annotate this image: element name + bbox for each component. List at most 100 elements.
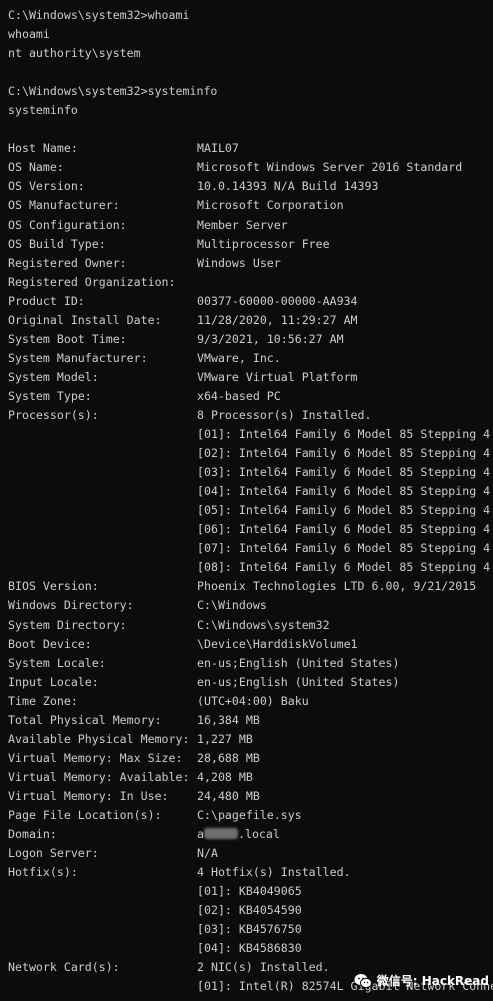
console-line: [01]: Intel64 Family 6 Model 85 Stepping… (8, 425, 493, 444)
console-line: OS Configuration: Member Server (8, 216, 493, 235)
field-value: x64-based PC (197, 388, 281, 403)
console-line: C:\Windows\system32>whoami (8, 6, 493, 25)
console-line: Registered Owner: Windows User (8, 254, 493, 273)
field-value: 28,688 MB (197, 750, 260, 765)
field-value: C:\Windows (197, 598, 267, 613)
field-value: [03]: KB4576750 (197, 922, 302, 937)
field-value: [05]: Intel64 Family 6 Model 85 Stepping… (197, 503, 491, 518)
field-label: System Locale: (8, 655, 106, 670)
console-line: [02]: Intel64 Family 6 Model 85 Stepping… (8, 444, 493, 463)
field-label: OS Name: (8, 160, 64, 175)
console-line: OS Name: Microsoft Windows Server 2016 St… (8, 158, 493, 177)
console-line: [03]: KB4576750 (8, 920, 493, 939)
field-value: Microsoft Windows Server 2016 Standard (197, 160, 463, 175)
field-label: System Directory: (8, 617, 127, 632)
field-value: N/A (197, 846, 218, 861)
field-value: [08]: Intel64 Family 6 Model 85 Stepping… (197, 560, 491, 575)
field-value: \Device\HarddiskVolume1 (197, 636, 358, 651)
field-label: System Type: (8, 388, 92, 403)
field-value: 8 Processor(s) Installed. (197, 407, 372, 422)
field-label: Network Card(s): (8, 960, 120, 975)
console-line: systeminfo (8, 101, 493, 120)
field-value: [07]: Intel64 Family 6 Model 85 Stepping… (197, 541, 491, 556)
field-value: Windows User (197, 255, 281, 270)
field-value: [06]: Intel64 Family 6 Model 85 Stepping… (197, 522, 491, 537)
field-value: Microsoft Corporation (197, 198, 344, 213)
terminal-output[interactable]: C:\Windows\system32>whoami whoami nt autho… (8, 6, 493, 996)
console-text: C:\Windows\system32>systeminfo (8, 84, 218, 99)
field-value: 11/28/2020, 11:29:27 AM (197, 312, 358, 327)
console-line: System Model: VMware Virtual Platform (8, 368, 493, 387)
field-value: Member Server (197, 217, 288, 232)
field-label: Product ID: (8, 293, 85, 308)
console-line: [06]: Intel64 Family 6 Model 85 Stepping… (8, 520, 493, 539)
field-value: VMware, Inc. (197, 350, 281, 365)
console-line: Product ID: 00377-60000-00000-AA934 (8, 292, 493, 311)
console-line: Registered Organization: (8, 273, 493, 292)
field-value: Phoenix Technologies LTD 6.00, 9/21/2015 (197, 579, 477, 594)
field-label: OS Manufacturer: (8, 198, 120, 213)
field-value: MAIL07 (197, 141, 239, 156)
console-line: Available Physical Memory: 1,227 MB (8, 730, 493, 749)
console-line: Processor(s): 8 Processor(s) Installed. (8, 406, 493, 425)
field-value: en-us;English (United States) (197, 655, 400, 670)
console-line: Logon Server: N/A (8, 844, 493, 863)
field-label: Registered Organization: (8, 274, 176, 289)
field-value: VMware Virtual Platform (197, 369, 358, 384)
field-value: 00377-60000-00000-AA934 (197, 293, 358, 308)
console-line: System Manufacturer: VMware, Inc. (8, 349, 493, 368)
field-label: System Boot Time: (8, 331, 127, 346)
console-line: Windows Directory: C:\Windows (8, 596, 493, 615)
field-value: [03]: Intel64 Family 6 Model 85 Stepping… (197, 465, 491, 480)
console-line: OS Manufacturer: Microsoft Corporation (8, 196, 493, 215)
field-value: 16,384 MB (197, 712, 260, 727)
console-line: [03]: Intel64 Family 6 Model 85 Stepping… (8, 463, 493, 482)
field-value: (UTC+04:00) Baku (197, 693, 309, 708)
field-value: [01]: KB4049065 (197, 884, 302, 899)
field-value-prefix: a (197, 827, 204, 842)
field-value: Multiprocessor Free (197, 236, 330, 251)
console-line: OS Build Type: Multiprocessor Free (8, 235, 493, 254)
field-label: Input Locale: (8, 674, 99, 689)
console-line: System Type: x64-based PC (8, 387, 493, 406)
field-value: [02]: KB4054590 (197, 903, 302, 918)
field-label: Boot Device: (8, 636, 92, 651)
field-value: 9/3/2021, 10:56:27 AM (197, 331, 344, 346)
field-label: Windows Directory: (8, 598, 134, 613)
field-label: Processor(s): (8, 407, 99, 422)
field-value: 10.0.14393 N/A Build 14393 (197, 179, 379, 194)
field-label: System Model: (8, 369, 99, 384)
field-value: 1,227 MB (197, 731, 253, 746)
console-line: System Directory: C:\Windows\system32 (8, 616, 493, 635)
field-label: Original Install Date: (8, 312, 162, 327)
console-line: Total Physical Memory: 16,384 MB (8, 711, 493, 730)
field-label: Hotfix(s): (8, 865, 78, 880)
field-value: [04]: Intel64 Family 6 Model 85 Stepping… (197, 484, 491, 499)
console-line: [07]: Intel64 Family 6 Model 85 Stepping… (8, 539, 493, 558)
field-value: [02]: Intel64 Family 6 Model 85 Stepping… (197, 446, 491, 461)
console-text: whoami (8, 27, 50, 42)
field-label: OS Configuration: (8, 217, 127, 232)
redaction-blur (203, 828, 238, 840)
field-label: Page File Location(s): (8, 807, 162, 822)
console-line: [08]: Intel64 Family 6 Model 85 Stepping… (8, 558, 493, 577)
console-line: [02]: KB4054590 (8, 901, 493, 920)
field-value: [04]: KB4586830 (197, 941, 302, 956)
wechat-icon (354, 973, 372, 989)
console-line: [05]: Intel64 Family 6 Model 85 Stepping… (8, 501, 493, 520)
console-line: Original Install Date: 11/28/2020, 11:29:… (8, 311, 493, 330)
field-label: Host Name: (8, 141, 78, 156)
console-line: Time Zone: (UTC+04:00) Baku (8, 692, 493, 711)
console-line: Hotfix(s): 4 Hotfix(s) Installed. (8, 863, 493, 882)
console-line: BIOS Version: Phoenix Technologies LTD 6.… (8, 577, 493, 596)
field-value: C:\pagefile.sys (197, 807, 302, 822)
console-line: [04]: KB4586830 (8, 939, 493, 958)
console-text: systeminfo (8, 103, 78, 118)
watermark-text: 微信号: HackRead (376, 974, 489, 988)
field-value: 4 Hotfix(s) Installed. (197, 865, 351, 880)
field-label: Available Physical Memory: (8, 731, 190, 746)
field-label: Virtual Memory: Available: (8, 769, 190, 784)
console-text: C:\Windows\system32>whoami (8, 8, 190, 22)
